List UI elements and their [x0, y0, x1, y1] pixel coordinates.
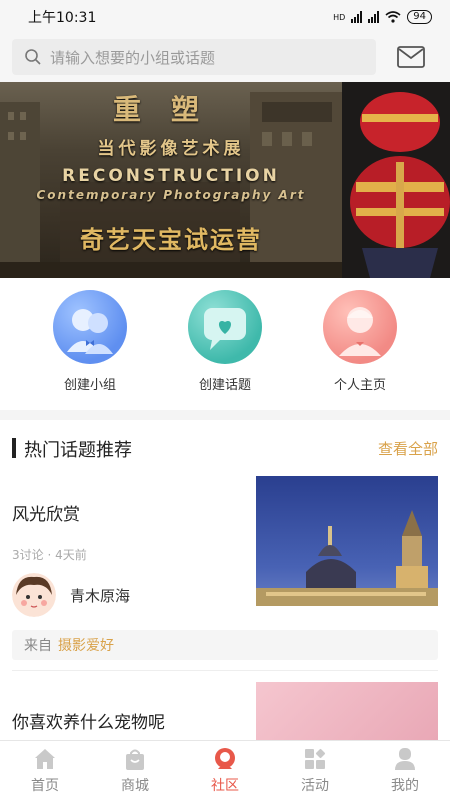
topic-author[interactable]: 青木原海 [12, 572, 130, 618]
nav-community[interactable]: 社区 [180, 741, 270, 800]
status-time: 上午10:31 [28, 10, 97, 26]
bottom-navigation: 首页 商城 社区 活动 我的 [0, 740, 450, 800]
nav-activity-label: 活动 [301, 778, 329, 794]
create-group-icon [53, 290, 127, 364]
avatar [12, 573, 56, 617]
home-icon [35, 749, 55, 769]
banner-title: 重塑 [112, 93, 229, 126]
topic-thumbnail [256, 682, 438, 740]
community-icon [215, 748, 235, 769]
topic-card[interactable]: 风光欣赏 3讨论 · 4天前 青木原海 来自 摄影爱好 [0, 476, 450, 666]
banner-promo-text: 奇艺天宝试运营 [80, 226, 262, 254]
network-label: HD [333, 12, 346, 22]
banner-subtitle: 当代影像艺术展 [97, 139, 245, 159]
profile-action[interactable]: 个人主页 [310, 290, 410, 393]
profile-icon [323, 290, 397, 364]
status-bar: 上午10:31 HD 94 [0, 0, 450, 34]
topic-source: 来自 摄影爱好 [12, 630, 438, 660]
nav-community-label: 社区 [211, 778, 239, 794]
create-topic-action[interactable]: 创建话题 [175, 290, 275, 393]
search-icon [25, 49, 41, 65]
nav-mine-label: 我的 [391, 778, 419, 794]
section-marker [12, 438, 16, 458]
promo-banner[interactable]: 重塑 当代影像艺术展 RECONSTRUCTION Contemporary P… [0, 82, 450, 278]
battery-indicator: 94 [407, 10, 432, 24]
mail-button[interactable] [396, 44, 428, 72]
source-label: 来自 [24, 638, 52, 654]
nav-activity[interactable]: 活动 [270, 741, 360, 800]
status-icons: HD 94 [333, 10, 432, 24]
topic-name: 风光欣赏 [12, 505, 80, 525]
shop-icon [126, 749, 144, 770]
banner-side-image [342, 82, 450, 278]
activity-icon [305, 748, 326, 769]
view-all-link[interactable]: 查看全部 [378, 438, 438, 459]
hot-topics-title: 热门话题推荐 [24, 440, 132, 461]
create-group-label: 创建小组 [63, 378, 116, 393]
banner-english-title: RECONSTRUCTION [62, 166, 280, 186]
create-topic-icon [188, 290, 262, 364]
hot-topics-header: 热门话题推荐 查看全部 [12, 436, 438, 461]
author-name: 青木原海 [70, 586, 131, 605]
lantern-illustration [350, 92, 450, 278]
create-group-action[interactable]: 创建小组 [40, 290, 140, 393]
profile-label: 个人主页 [333, 378, 386, 393]
banner-english-subtitle: Contemporary Photography Art [36, 188, 306, 202]
nav-mine[interactable]: 我的 [360, 741, 450, 800]
topic-name: 你喜欢养什么宠物呢 [12, 713, 165, 733]
search-input[interactable]: 请输入想要的小组或话题 [12, 39, 376, 75]
create-topic-label: 创建话题 [198, 378, 251, 393]
wifi-icon [385, 11, 401, 23]
source-group-link[interactable]: 摄影爱好 [58, 635, 114, 655]
banner-image: 重塑 当代影像艺术展 RECONSTRUCTION Contemporary P… [0, 82, 342, 278]
signal-icon [351, 11, 363, 23]
mail-icon [397, 46, 425, 68]
divider [12, 670, 438, 671]
nav-home[interactable]: 首页 [0, 741, 90, 800]
user-icon [395, 748, 415, 770]
quick-actions: 创建小组 创建话题 个人主页 [0, 278, 450, 410]
hot-topics-section: 热门话题推荐 查看全部 风光欣赏 3讨论 · 4天前 青木原海 来自 摄影爱好 [0, 420, 450, 740]
topic-thumbnail [256, 476, 438, 606]
search-placeholder: 请输入想要的小组或话题 [50, 48, 216, 67]
nav-shop[interactable]: 商城 [90, 741, 180, 800]
topic-meta: 3讨论 · 4天前 [12, 548, 87, 562]
nav-shop-label: 商城 [121, 778, 149, 794]
search-header: 请输入想要的小组或话题 [0, 34, 450, 82]
nav-home-label: 首页 [31, 778, 59, 794]
signal-icon-2 [368, 11, 380, 23]
